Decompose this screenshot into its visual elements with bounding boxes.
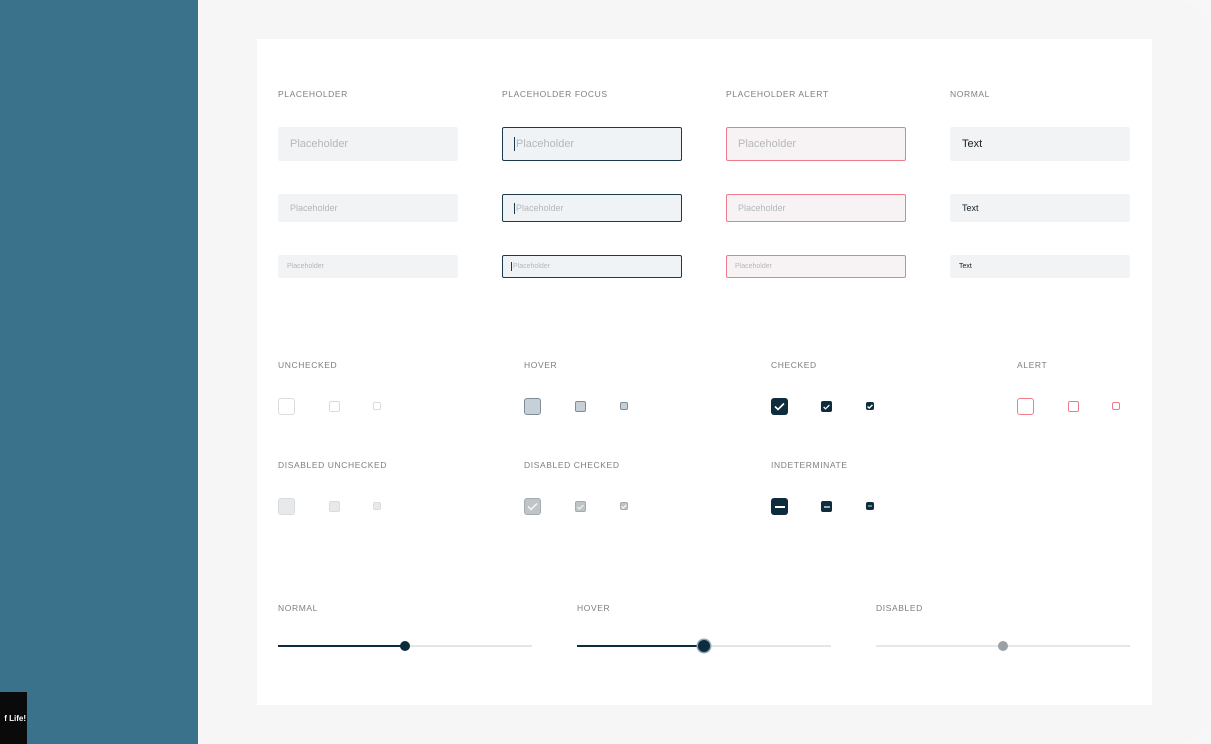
input-value-text: Text [962,203,979,213]
input-placeholder-text: Placeholder [287,263,324,270]
checkbox-hover-large[interactable] [524,398,541,415]
checkbox-checked-small[interactable] [866,402,874,410]
text-caret [514,137,515,151]
slider-normal-label: NORMAL [278,603,318,613]
slider-hover-label: HOVER [577,603,611,613]
indeterminate-label: INDETERMINATE [771,460,848,470]
slider-disabled-label: DISABLED [876,603,923,613]
alert-input-medium[interactable]: Placeholder [726,194,906,222]
sidebar-badge: f Life! [0,692,27,744]
input-placeholder-text: Placeholder [735,263,772,270]
check-icon [867,403,873,409]
minus-icon [823,505,830,508]
input-placeholder-text: Placeholder [516,138,575,150]
text-caret [511,262,512,271]
placeholder-column-label: PLACEHOLDER [278,89,348,99]
normal-input-medium[interactable]: Text [950,194,1130,222]
checked-label: CHECKED [771,360,817,370]
placeholder-alert-column-label: PLACEHOLDER ALERT [726,89,829,99]
checkbox-hover-medium[interactable] [575,401,586,412]
checkbox-disabled-checked-small [620,502,628,510]
placeholder-input-medium[interactable]: Placeholder [278,194,458,222]
placeholder-focus-column-label: PLACEHOLDER FOCUS [502,89,608,99]
focus-input-medium[interactable]: Placeholder [502,194,682,222]
input-placeholder-text: Placeholder [516,203,564,213]
alert-label: ALERT [1017,360,1048,370]
slider-normal[interactable] [278,640,532,652]
alert-input-large[interactable]: Placeholder [726,127,906,161]
slider-hover[interactable] [577,640,831,652]
hover-label: HOVER [524,360,558,370]
alert-input-small[interactable]: Placeholder [726,255,906,278]
sidebar: f Life! [0,0,198,744]
input-placeholder-text: Placeholder [513,263,550,270]
disabled-unchecked-label: DISABLED UNCHECKED [278,460,388,470]
input-placeholder-text: Placeholder [290,138,349,150]
normal-column-label: NORMAL [950,89,990,99]
checkbox-indeterminate-large[interactable] [771,498,788,515]
minus-icon [868,505,872,507]
normal-input-large[interactable]: Text [950,127,1130,161]
checkbox-unchecked-large[interactable] [278,398,295,415]
input-placeholder-text: Placeholder [290,203,338,213]
checkbox-alert-large[interactable] [1017,398,1034,415]
input-value-text: Text [962,138,983,150]
checkbox-disabled-checked-large [524,498,541,515]
checkbox-checked-large[interactable] [771,398,788,415]
slider-fill [278,645,405,647]
checkbox-unchecked-small[interactable] [373,402,381,410]
checkbox-hover-small[interactable] [620,402,628,410]
checkbox-indeterminate-medium[interactable] [821,501,832,512]
check-icon [621,503,627,509]
normal-input-small[interactable]: Text [950,255,1130,278]
input-placeholder-text: Placeholder [738,203,786,213]
slider-thumb [998,641,1008,651]
focus-input-large[interactable]: Placeholder [502,127,682,161]
checkbox-alert-medium[interactable] [1068,401,1079,412]
check-icon [774,402,785,411]
input-value-text: Text [959,263,972,270]
slider-thumb[interactable] [400,641,410,651]
checkbox-disabled-unchecked-small [373,502,381,510]
focus-input-small[interactable]: Placeholder [502,255,682,278]
minus-icon [774,505,785,508]
text-caret [514,202,515,214]
slider-thumb[interactable] [698,640,710,652]
check-icon [577,504,584,510]
check-icon [823,404,830,410]
checkbox-alert-small[interactable] [1112,402,1120,410]
unchecked-label: UNCHECKED [278,360,338,370]
placeholder-input-large[interactable]: Placeholder [278,127,458,161]
slider-disabled [876,640,1130,652]
checkbox-indeterminate-small[interactable] [866,502,874,510]
disabled-checked-label: DISABLED CHECKED [524,460,620,470]
checkbox-unchecked-medium[interactable] [329,401,340,412]
checkbox-disabled-checked-medium [575,501,586,512]
checkbox-disabled-unchecked-medium [329,501,340,512]
checkbox-checked-medium[interactable] [821,401,832,412]
input-placeholder-text: Placeholder [738,138,797,150]
slider-fill [577,645,704,647]
placeholder-input-small[interactable]: Placeholder [278,255,458,278]
checkbox-disabled-unchecked-large [278,498,295,515]
check-icon [527,502,538,511]
